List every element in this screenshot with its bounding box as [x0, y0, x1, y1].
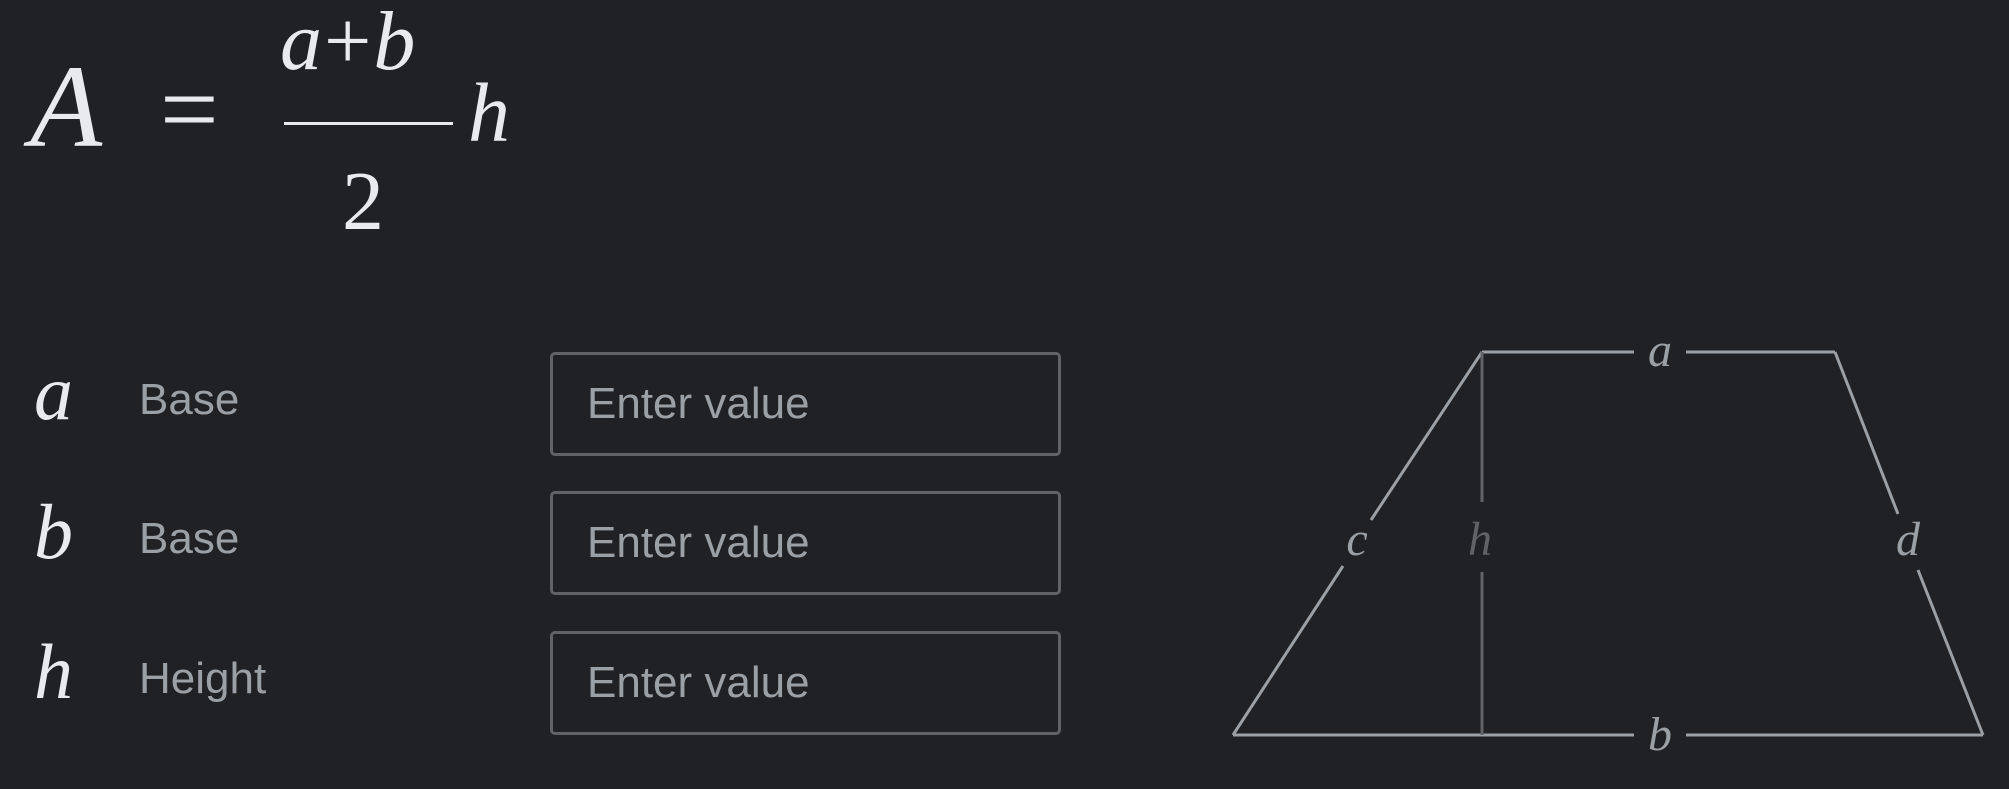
trapezoid-right-leg-lower [1916, 569, 1985, 736]
variable-symbol-b: b [34, 488, 73, 575]
variable-label-base-b: Base [139, 514, 240, 563]
trapezoid-left-leg-upper [1369, 351, 1484, 521]
formula-denominator: 2 [342, 155, 384, 248]
trapezoid-area-calculator: A = a+b 2 h a Base b Base h Height [0, 0, 2009, 789]
diagram-label-b: b [1648, 708, 1672, 761]
formula-equals-sign: = [160, 52, 219, 167]
formula-plus-sign: + [324, 0, 372, 88]
trapezoid-diagram-svg: a b c d h [1231, 324, 1985, 761]
base-a-input[interactable] [550, 352, 1061, 456]
height-input[interactable] [550, 631, 1061, 735]
trapezoid-left-leg-lower [1231, 565, 1345, 736]
input-row-a: a Base [0, 352, 1080, 460]
formula-numerator-b: b [373, 0, 416, 88]
diagram-label-h: h [1468, 513, 1492, 566]
variable-symbol-h: h [34, 628, 73, 715]
diagram-label-c: c [1346, 513, 1367, 566]
formula-height-factor: h [468, 67, 510, 160]
formula-numerator: a+b [280, 0, 415, 84]
base-b-input[interactable] [550, 491, 1061, 595]
diagram-label-d: d [1896, 513, 1921, 566]
input-row-h: h Height [0, 631, 1080, 739]
trapezoid-right-leg-upper [1833, 351, 1900, 515]
formula-fraction-bar [284, 122, 453, 125]
variable-label-base-a: Base [139, 375, 240, 424]
trapezoid-diagram: a b c d h [1220, 324, 2000, 770]
diagram-label-a: a [1648, 330, 1672, 377]
formula-numerator-a: a [280, 0, 322, 88]
variable-symbol-a: a [34, 349, 73, 436]
variable-label-height: Height [139, 654, 267, 703]
input-row-b: b Base [0, 491, 1080, 599]
formula-area-symbol: A [30, 41, 103, 172]
area-formula: A = a+b 2 h [0, 0, 560, 244]
